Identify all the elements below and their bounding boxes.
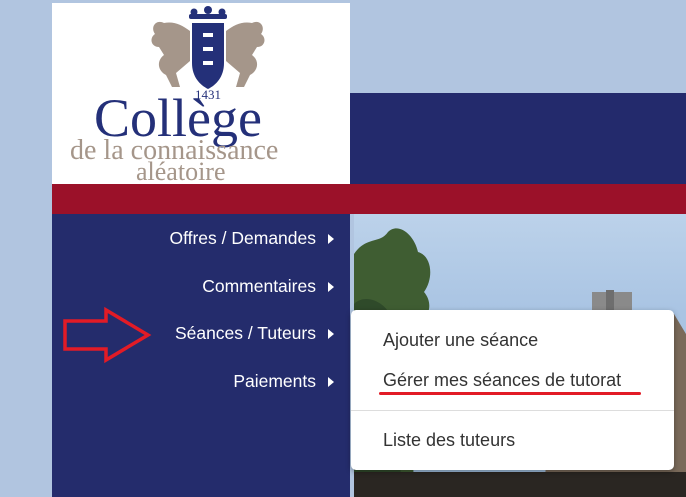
menu-item-label: Offres / Demandes (169, 228, 316, 248)
accent-band (52, 184, 686, 214)
menu-item-paiements[interactable]: Paiements (233, 371, 334, 392)
menu-item-offres-demandes[interactable]: Offres / Demandes (169, 228, 334, 249)
dropdown-item-gerer-seances[interactable]: Gérer mes séances de tutorat (383, 370, 621, 391)
caret-right-icon (328, 281, 334, 292)
menu-item-label: Paiements (233, 371, 316, 391)
logo-tagline-2: aléatoire (136, 157, 226, 185)
caret-right-icon (328, 376, 334, 387)
menu-item-seances-tuteurs[interactable]: Séances / Tuteurs (175, 323, 334, 344)
menu-item-label: Commentaires (202, 276, 316, 296)
seances-dropdown: Ajouter une séance Gérer mes séances de … (351, 310, 674, 470)
annotation-underline (379, 392, 641, 395)
dropdown-item-ajouter-seance[interactable]: Ajouter une séance (383, 330, 538, 351)
dropdown-divider (351, 410, 674, 411)
menu-item-label: Séances / Tuteurs (174, 323, 316, 343)
dropdown-item-liste-tuteurs[interactable]: Liste des tuteurs (383, 430, 515, 451)
caret-right-icon (328, 328, 334, 339)
college-logo[interactable]: 1431 Collège de la connaissance aléatoir… (52, 3, 350, 184)
menu-item-commentaires[interactable]: Commentaires (202, 276, 334, 297)
caret-right-icon (328, 233, 334, 244)
annotation-arrow-icon (63, 306, 152, 364)
header-band (350, 93, 686, 184)
